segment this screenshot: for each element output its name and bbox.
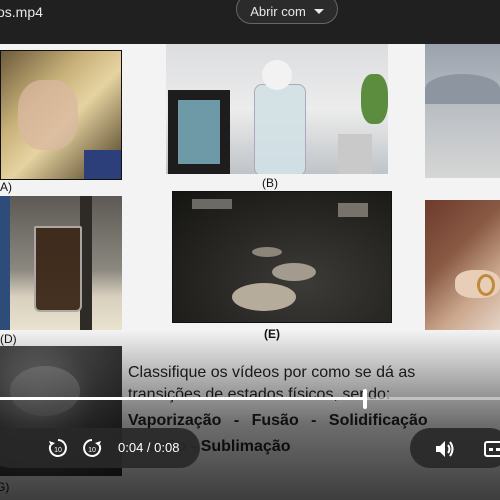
- rewind-10-icon[interactable]: 10: [47, 437, 69, 459]
- figure-a-border: [0, 50, 122, 180]
- progress-fill: [0, 397, 365, 400]
- open-with-label: Abrir com: [250, 3, 306, 19]
- figure-e-label: (E): [264, 327, 280, 341]
- viewer-toolbar: os.mp4 Abrir com: [0, 0, 500, 44]
- rewind-seconds: 10: [54, 447, 62, 454]
- figure-c-image: [425, 44, 500, 178]
- forward-seconds: 10: [88, 447, 96, 454]
- question-line-2: transições de estados físicos, sendo:: [128, 386, 391, 403]
- open-with-button[interactable]: Abrir com: [236, 0, 338, 24]
- figure-d-label: (D): [0, 332, 17, 346]
- chevron-down-icon: [313, 9, 324, 14]
- figure-g-label: G): [0, 480, 10, 494]
- figure-f-image: [425, 200, 500, 330]
- forward-10-icon[interactable]: 10: [81, 437, 103, 459]
- figure-a-label: A): [0, 180, 12, 194]
- file-name: os.mp4: [0, 4, 43, 20]
- figure-b-image: [166, 44, 388, 174]
- captions-icon[interactable]: [484, 440, 500, 458]
- volume-icon[interactable]: [434, 439, 456, 459]
- progress-handle[interactable]: [363, 389, 367, 409]
- time-display: 0:04 / 0:08: [118, 440, 180, 455]
- figure-d-image: [0, 196, 122, 330]
- figure-b-label: (B): [262, 176, 278, 190]
- progress-bar[interactable]: [0, 397, 500, 400]
- figure-e-border: [172, 191, 392, 323]
